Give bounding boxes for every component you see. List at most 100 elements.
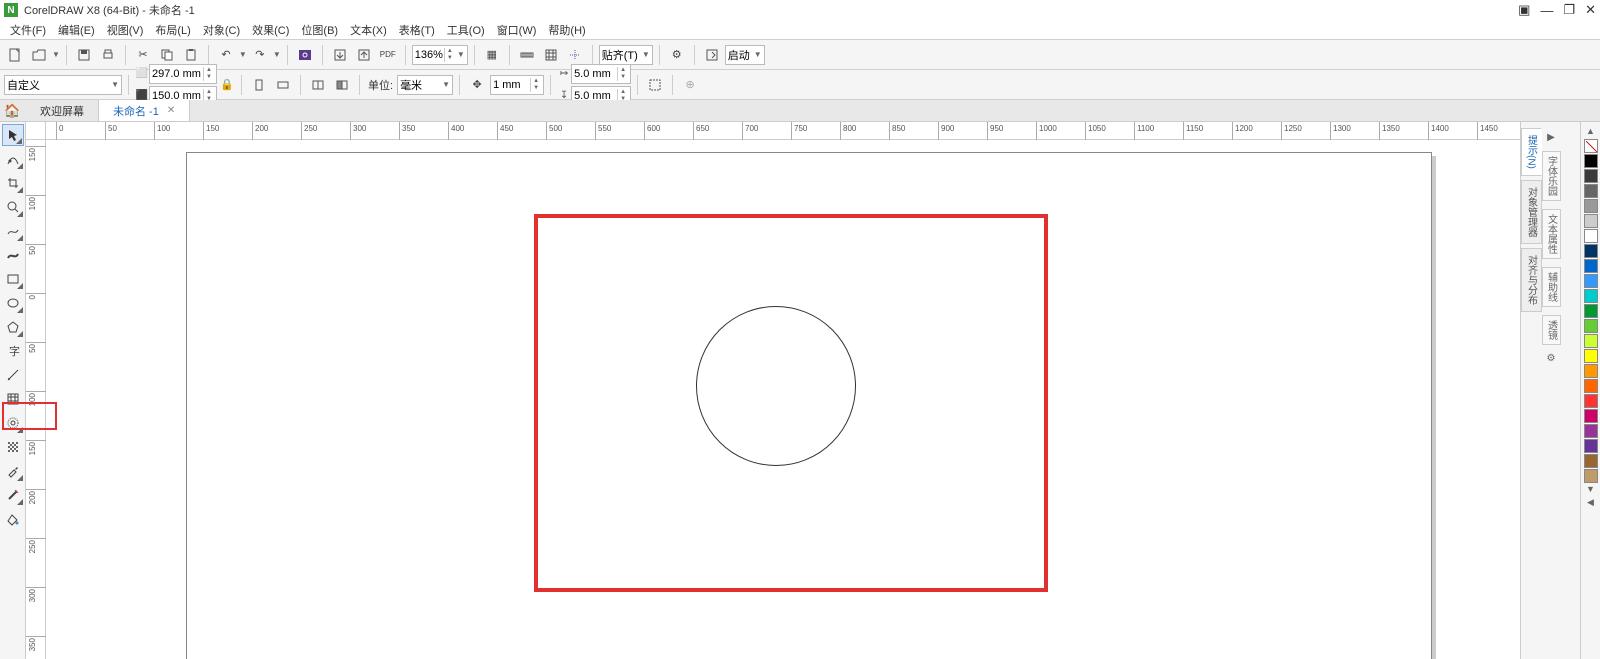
treat-as-filled-button[interactable] (644, 74, 666, 96)
landscape-button[interactable] (272, 74, 294, 96)
polygon-tool[interactable] (2, 316, 24, 338)
menu-effects[interactable]: 效果(C) (246, 22, 295, 38)
import-button[interactable] (329, 44, 351, 66)
copy-button[interactable] (156, 44, 178, 66)
show-rulers-button[interactable] (516, 44, 538, 66)
color-swatch[interactable] (1584, 259, 1598, 273)
close-button[interactable]: ✕ (1585, 2, 1596, 18)
artistic-media-tool[interactable] (2, 244, 24, 266)
new-button[interactable] (4, 44, 26, 66)
options-button[interactable]: ⚙ (666, 44, 688, 66)
color-swatch[interactable] (1584, 319, 1598, 333)
color-swatch[interactable] (1584, 229, 1598, 243)
interactive-fill-tool[interactable] (2, 436, 24, 458)
swatch-none[interactable] (1584, 139, 1598, 153)
color-swatch[interactable] (1584, 289, 1598, 303)
color-swatch[interactable] (1584, 439, 1598, 453)
current-page-button[interactable] (331, 74, 353, 96)
tab-welcome[interactable]: 欢迎屏幕 (26, 100, 99, 121)
minimize-button[interactable]: — (1540, 3, 1553, 18)
vertical-ruler[interactable]: 15010050050100150200250300350400 (26, 140, 46, 659)
zoom-tool[interactable] (2, 196, 24, 218)
color-swatch[interactable] (1584, 424, 1598, 438)
rectangle-tool[interactable] (2, 268, 24, 290)
connector-tool[interactable] (2, 412, 24, 434)
menu-text[interactable]: 文本(X) (344, 22, 393, 38)
color-swatch[interactable] (1584, 184, 1598, 198)
show-guidelines-button[interactable] (564, 44, 586, 66)
maximize-button[interactable]: ❐ (1563, 2, 1575, 18)
zoom-level-input[interactable]: 136% ▲▼ ▼ (412, 45, 468, 65)
publish-pdf-button[interactable]: PDF (377, 44, 399, 66)
portrait-button[interactable] (248, 74, 270, 96)
export-button[interactable] (353, 44, 375, 66)
menu-tools[interactable]: 工具(O) (441, 22, 491, 38)
ellipse-tool[interactable] (2, 292, 24, 314)
docker-tab-object-manager[interactable]: 对象管理器 (1521, 180, 1542, 244)
lock-ratio-icon[interactable]: 🔒 (219, 77, 235, 93)
text-tool[interactable]: 字 (2, 340, 24, 362)
palette-flyout-button[interactable]: ◀ (1584, 497, 1598, 509)
menu-bitmap[interactable]: 位图(B) (295, 22, 344, 38)
launch-dropdown[interactable]: 启动 ▼ (725, 45, 765, 65)
docker-tab-hints[interactable]: 提示(N) (1521, 128, 1542, 176)
docker-mini-text-properties[interactable]: 文本属性 (1542, 209, 1561, 259)
menu-layout[interactable]: 布局(L) (149, 22, 196, 38)
color-swatch[interactable] (1584, 304, 1598, 318)
paste-button[interactable] (180, 44, 202, 66)
color-swatch[interactable] (1584, 154, 1598, 168)
docker-tab-align[interactable]: 对齐与分布 (1521, 248, 1542, 312)
app-launcher-icon[interactable] (701, 44, 723, 66)
duplicate-x-input[interactable]: 5.0 mm▲▼ (571, 64, 631, 84)
color-swatch[interactable] (1584, 394, 1598, 408)
full-screen-button[interactable]: ▦ (481, 44, 503, 66)
pick-tool[interactable] (2, 124, 24, 146)
color-swatch[interactable] (1584, 334, 1598, 348)
drawn-ellipse-object[interactable] (696, 306, 856, 466)
unit-dropdown[interactable]: 毫米 ▼ (397, 75, 453, 95)
undo-button[interactable]: ↶ (215, 44, 237, 66)
menu-file[interactable]: 文件(F) (4, 22, 52, 38)
crop-tool[interactable] (2, 172, 24, 194)
undo-dropdown-icon[interactable]: ▼ (239, 50, 247, 59)
tab-close-icon[interactable]: ✕ (167, 105, 175, 116)
color-swatch[interactable] (1584, 454, 1598, 468)
menu-object[interactable]: 对象(C) (197, 22, 246, 38)
home-icon[interactable]: 🏠 (4, 103, 20, 119)
docker-mini-font-playground[interactable]: 字体乐园 (1542, 151, 1561, 201)
color-swatch[interactable] (1584, 244, 1598, 258)
color-swatch[interactable] (1584, 274, 1598, 288)
horizontal-ruler[interactable]: 0501001502002503003504004505005506006507… (46, 122, 1520, 140)
palette-down-button[interactable]: ▼ (1584, 484, 1598, 496)
page-preset-dropdown[interactable]: 自定义 ▼ (4, 75, 122, 95)
shape-tool[interactable] (2, 148, 24, 170)
menu-window[interactable]: 窗口(W) (491, 22, 543, 38)
docker-mini-lens[interactable]: 透镜 (1542, 315, 1561, 345)
redo-button[interactable]: ↷ (249, 44, 271, 66)
color-swatch[interactable] (1584, 364, 1598, 378)
color-swatch[interactable] (1584, 349, 1598, 363)
color-swatch[interactable] (1584, 409, 1598, 423)
all-pages-button[interactable] (307, 74, 329, 96)
search-content-button[interactable] (294, 44, 316, 66)
docker-mini-guidelines[interactable]: 辅助线 (1542, 267, 1561, 307)
menu-view[interactable]: 视图(V) (101, 22, 150, 38)
quick-customize-button[interactable]: ⊕ (679, 74, 701, 96)
color-swatch[interactable] (1584, 169, 1598, 183)
menu-help[interactable]: 帮助(H) (542, 22, 591, 38)
cut-button[interactable]: ✂ (132, 44, 154, 66)
snap-to-dropdown[interactable]: 贴齐(T) ▼ (599, 45, 653, 65)
color-swatch[interactable] (1584, 469, 1598, 483)
outline-tool[interactable] (2, 484, 24, 506)
ruler-origin[interactable] (26, 122, 46, 140)
save-button[interactable] (73, 44, 95, 66)
open-button[interactable] (28, 44, 50, 66)
print-button[interactable] (97, 44, 119, 66)
fill-tool[interactable] (2, 508, 24, 530)
color-swatch[interactable] (1584, 379, 1598, 393)
page-width-input[interactable]: 297.0 mm▲▼ (149, 64, 217, 84)
show-grid-button[interactable] (540, 44, 562, 66)
palette-up-button[interactable]: ▲ (1584, 126, 1598, 138)
table-tool[interactable] (2, 364, 24, 386)
dimension-tool[interactable] (2, 388, 24, 410)
